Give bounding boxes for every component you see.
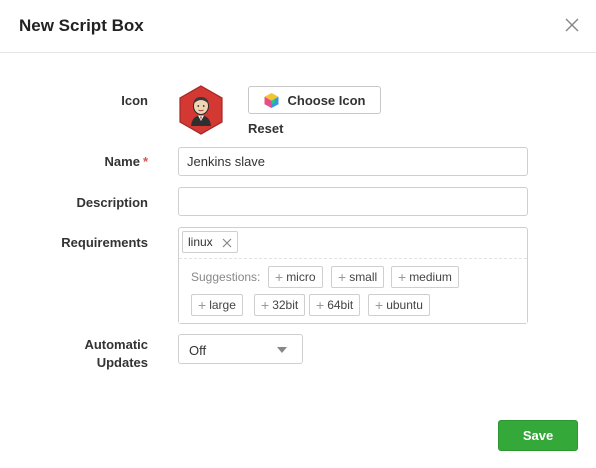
description-input[interactable] [178, 187, 528, 216]
suggestion-chip-ubuntu[interactable]: + ubuntu [368, 294, 430, 316]
plus-icon: + [398, 269, 407, 285]
suggestions-panel: Suggestions: + micro + small + medium + larg… [179, 259, 527, 323]
plus-icon: + [375, 297, 384, 313]
name-label-text: Name [104, 154, 140, 169]
suggestion-chip-small[interactable]: + small [331, 266, 385, 288]
jenkins-logo-icon [177, 85, 225, 135]
description-label: Description [76, 195, 148, 210]
automatic-updates-label-line1: Automatic [84, 337, 148, 352]
name-label: Name * [105, 154, 148, 169]
chip-label: 32bit [272, 298, 299, 312]
requirements-box[interactable]: linux Suggestions: + micro + small + medium [178, 227, 528, 324]
automatic-updates-label-line2: Updates [96, 355, 148, 370]
choose-icon-label: Choose Icon [287, 92, 366, 108]
plus-icon: + [338, 269, 347, 285]
new-script-box-dialog: New Script Box Icon Choose Icon Reset Na… [0, 0, 596, 468]
automatic-updates-label: Automatic Updates [84, 336, 148, 372]
plus-icon: + [198, 297, 207, 313]
dialog-title: New Script Box [19, 16, 144, 35]
plus-icon: + [275, 269, 284, 285]
caret-down-icon [277, 347, 287, 353]
suggestion-chip-medium[interactable]: + medium [391, 266, 459, 288]
save-button[interactable]: Save [498, 420, 578, 451]
plus-icon: + [316, 297, 325, 313]
chip-label: small [349, 270, 378, 284]
plus-icon: + [261, 297, 270, 313]
suggestion-chip-micro[interactable]: + micro [268, 266, 323, 288]
chip-label: large [209, 298, 236, 312]
chip-label: medium [409, 270, 452, 284]
select-value: Off [189, 343, 207, 358]
automatic-updates-select[interactable]: Off [178, 334, 303, 364]
suggestion-chip-large[interactable]: + large [191, 294, 243, 316]
suggestion-chip-32bit[interactable]: +32bit [254, 294, 306, 316]
requirements-label: Requirements [61, 235, 148, 250]
suggestion-chip-64bit[interactable]: +64bit [309, 294, 361, 316]
tag-label: linux [188, 235, 213, 249]
close-icon[interactable] [564, 17, 580, 33]
chip-label: 64bit [327, 298, 354, 312]
requirements-tag-row[interactable]: linux [179, 228, 527, 259]
suggestions-label: Suggestions: [191, 270, 261, 284]
required-mark: * [142, 154, 148, 169]
chip-label: ubuntu [386, 298, 423, 312]
color-cube-icon [263, 92, 280, 109]
name-input[interactable] [178, 147, 528, 176]
requirement-tag-linux: linux [182, 231, 238, 253]
choose-icon-button[interactable]: Choose Icon [248, 86, 381, 114]
icon-label: Icon [121, 93, 148, 108]
reset-link[interactable]: Reset [248, 121, 283, 136]
dialog-header: New Script Box [0, 0, 596, 53]
chip-label: micro [286, 270, 316, 284]
close-icon[interactable] [222, 237, 232, 248]
